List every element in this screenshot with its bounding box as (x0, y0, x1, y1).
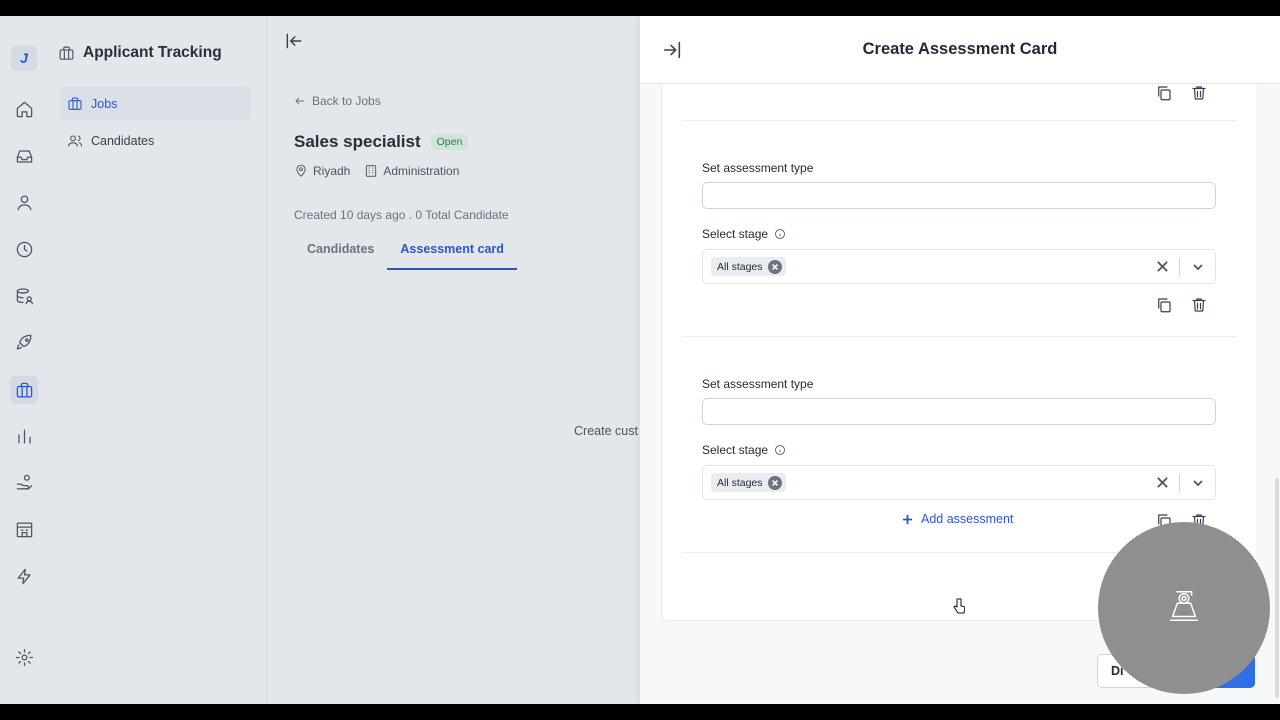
job-location: Riyadh (294, 164, 350, 178)
arrow-left-icon (295, 97, 304, 105)
assessment-type-input[interactable] (702, 398, 1216, 425)
clear-icon[interactable] (1156, 476, 1170, 490)
page-title: Sales specialist (294, 132, 421, 151)
building-icon[interactable] (12, 517, 36, 541)
stage-label: Select stage (702, 227, 786, 241)
stage-chip-label: All stages (717, 260, 763, 273)
assessment-type-input[interactable] (702, 182, 1216, 209)
home-icon[interactable] (12, 97, 36, 121)
chevron-down-icon[interactable] (1191, 260, 1205, 274)
job-department-text: Administration (383, 164, 460, 178)
plus-icon (902, 514, 913, 524)
created-info: Created 10 days ago . 0 Total Candidate (294, 208, 509, 222)
webcam-icon (1169, 591, 1199, 622)
stage-label: Select stage (702, 443, 786, 457)
assessment-type-label: Set assessment type (702, 161, 814, 175)
building-icon (366, 165, 377, 177)
info-icon[interactable] (774, 228, 786, 240)
assessment-card: Set assessment type Select stage All sta… (682, 141, 1237, 337)
sidebar: Applicant Tracking Jobs Candidates (48, 16, 267, 704)
lightning-icon[interactable] (12, 564, 36, 588)
icon-rail: J (0, 16, 48, 704)
stage-chip: All stages (711, 473, 786, 492)
rocket-icon[interactable] (12, 330, 36, 354)
job-header: Sales specialist Open (294, 132, 469, 152)
drawer-header: Create Assessment Card (640, 16, 1280, 84)
stage-chip: All stages (711, 257, 786, 276)
empty-state-text: Create cust (574, 424, 638, 438)
stage-chip-label: All stages (717, 476, 763, 489)
sidebar-item-label: Jobs (91, 96, 118, 111)
app-title-label: Applicant Tracking (83, 44, 222, 61)
drawer-title: Create Assessment Card (862, 40, 1058, 58)
database-user-icon[interactable] (12, 284, 36, 308)
copy-icon[interactable] (1154, 83, 1174, 103)
sidebar-item-label: Candidates (91, 133, 155, 148)
app-frame: J Applicant Tracking Jobs Candidates Bac… (0, 16, 1280, 704)
gear-icon[interactable] (12, 645, 36, 669)
copy-icon[interactable] (1154, 295, 1174, 315)
briefcase-icon[interactable] (10, 376, 38, 404)
sidebar-item-jobs[interactable]: Jobs (60, 87, 251, 120)
add-assessment-button[interactable]: Add assessment (902, 512, 1013, 526)
stage-label-text: Select stage (702, 443, 769, 457)
remove-chip-icon[interactable] (767, 475, 782, 490)
sidebar-item-candidates[interactable]: Candidates (60, 124, 251, 157)
trash-icon[interactable] (1189, 83, 1209, 103)
chevron-down-icon[interactable] (1191, 476, 1205, 490)
app-title: Applicant Tracking (58, 44, 222, 62)
add-assessment-label: Add assessment (921, 512, 1014, 526)
drawer-scrollbar[interactable] (1274, 478, 1280, 698)
card-actions (1154, 295, 1209, 315)
inbox-icon[interactable] (12, 144, 36, 168)
job-location-text: Riyadh (313, 164, 351, 178)
info-icon[interactable] (774, 444, 786, 456)
trash-icon[interactable] (1189, 295, 1209, 315)
collapse-sidebar-icon[interactable] (284, 31, 306, 53)
map-pin-icon (296, 164, 306, 177)
stage-select[interactable]: All stages (702, 249, 1216, 284)
assessment-type-label: Set assessment type (702, 377, 814, 391)
job-meta: Riyadh Administration (294, 164, 459, 178)
hand-coin-icon[interactable] (12, 470, 36, 494)
main-content: Back to Jobs Sales specialist Open Riyad… (268, 16, 640, 704)
hand-cursor-icon (953, 598, 965, 614)
select-divider (1179, 258, 1180, 276)
job-department: Administration (364, 164, 459, 178)
tab-candidates[interactable]: Candidates (294, 240, 387, 270)
stage-select[interactable]: All stages (702, 465, 1216, 500)
users-icon (67, 134, 83, 146)
recording-overlay (1098, 522, 1270, 694)
bar-chart-icon[interactable] (12, 424, 36, 448)
briefcase-icon (59, 46, 74, 60)
card-actions (1154, 83, 1209, 103)
user-icon[interactable] (12, 190, 36, 214)
remove-chip-icon[interactable] (767, 259, 782, 274)
status-badge: Open (430, 134, 469, 150)
assessment-card (682, 84, 1237, 121)
clock-icon[interactable] (12, 237, 36, 261)
clear-icon[interactable] (1156, 260, 1170, 274)
job-tabs: Candidates Assessment card (294, 240, 517, 270)
app-logo[interactable]: J (11, 45, 37, 71)
select-divider (1179, 474, 1180, 492)
back-to-jobs-link[interactable]: Back to Jobs (294, 94, 381, 108)
tab-assessment-card[interactable]: Assessment card (387, 240, 517, 270)
back-label: Back to Jobs (312, 94, 381, 108)
briefcase-icon (68, 96, 82, 110)
stage-label-text: Select stage (702, 227, 769, 241)
scrollbar-thumb[interactable] (1275, 478, 1279, 698)
